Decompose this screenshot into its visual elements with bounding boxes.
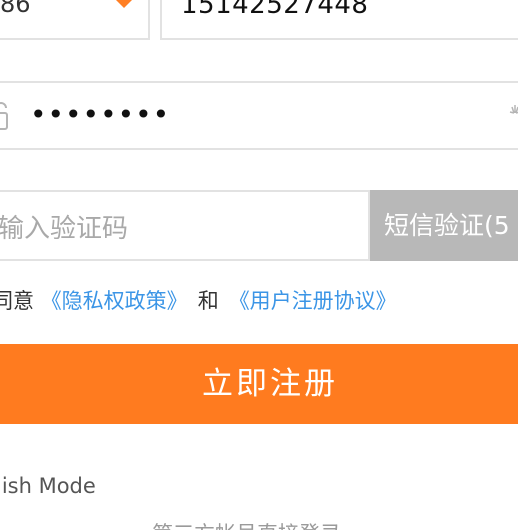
- country-code-value: 86: [0, 0, 31, 18]
- register-button-label: 立即注册: [202, 366, 338, 402]
- eye-icon[interactable]: [508, 104, 518, 122]
- verification-code-placeholder: 输入验证码: [0, 214, 129, 244]
- agreement-prefix: 同意: [0, 289, 34, 313]
- password-value: ••••••••: [30, 98, 171, 131]
- privacy-policy-link[interactable]: 《隐私权政策》: [41, 289, 188, 313]
- terms-link[interactable]: 《用户注册协议》: [229, 289, 397, 313]
- lock-icon: [0, 102, 8, 130]
- register-page: 86 15142527448 •••••••• 输入验证码 短信验证(5 同意 …: [0, 0, 518, 530]
- chevron-down-icon[interactable]: [116, 0, 132, 8]
- phone-value: 15142527448: [181, 0, 369, 20]
- register-button[interactable]: 立即注册: [0, 344, 518, 424]
- agreement-line: 同意 《隐私权政策》和《用户注册协议》: [0, 286, 397, 316]
- sms-verify-button[interactable]: 短信验证(5: [370, 190, 518, 261]
- third-party-login-label: 第三方帐号直接登录: [152, 520, 341, 530]
- english-mode-link[interactable]: lish Mode: [0, 472, 96, 500]
- agreement-and: 和: [197, 289, 219, 313]
